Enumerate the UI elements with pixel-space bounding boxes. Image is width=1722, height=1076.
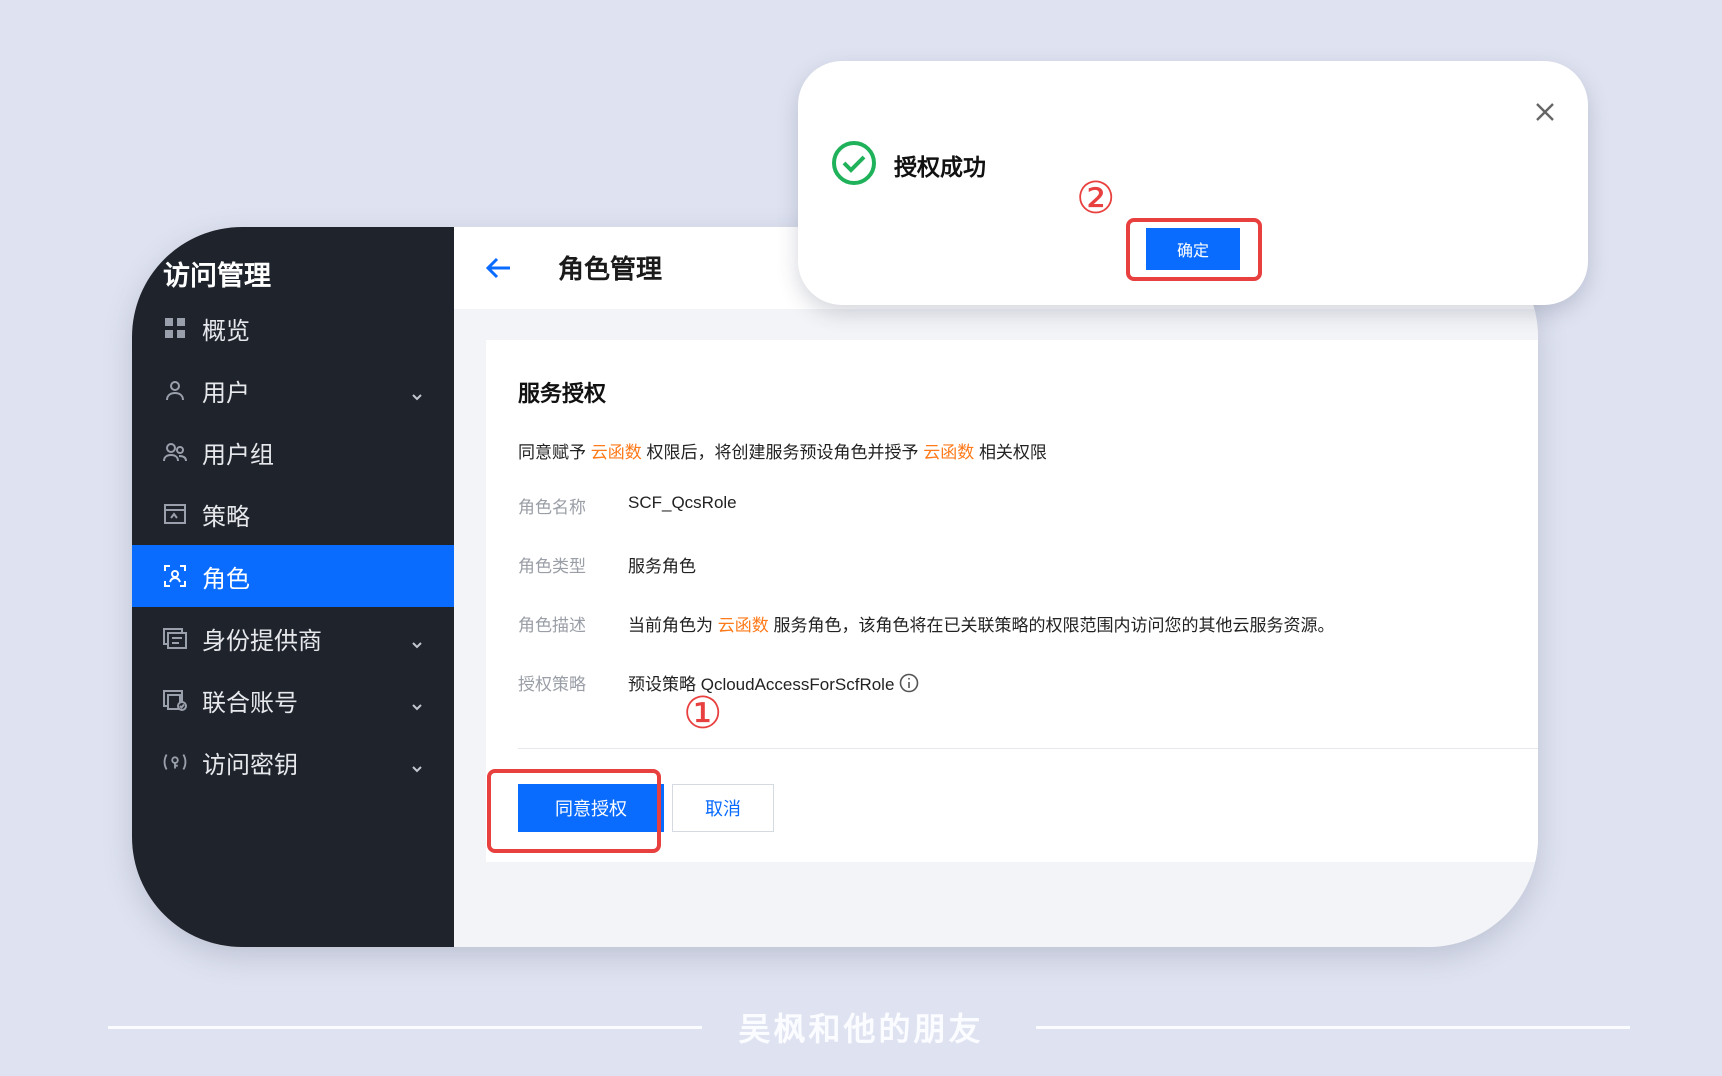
dialog-title: 授权成功: [894, 154, 986, 180]
role-icon: [162, 563, 188, 589]
footer-divider-right: [1036, 1026, 1630, 1029]
access-key-icon: [162, 749, 188, 775]
field-value-text: 当前角色为: [628, 616, 713, 635]
annotation-box-step2: [1126, 218, 1262, 281]
divider: [518, 748, 1538, 749]
field-value-text: 服务角色，该角色将在已关联策略的权限范围内访问您的其他云服务资源。: [773, 616, 1335, 635]
service-name-highlight: 云函数: [590, 443, 642, 462]
field-value: 服务角色: [628, 557, 696, 576]
chevron-down-icon: [410, 693, 424, 711]
field-value: 当前角色为 云函数 服务角色，该角色将在已关联策略的权限范围内访问您的其他云服务…: [628, 611, 1334, 636]
info-icon[interactable]: [899, 673, 919, 698]
field-label: 角色描述: [518, 616, 586, 635]
federated-account-icon: [162, 687, 188, 713]
chevron-down-icon: [410, 755, 424, 773]
policy-icon: [162, 501, 188, 527]
close-icon[interactable]: [1534, 101, 1556, 123]
card-title: 服务授权: [518, 381, 607, 406]
field-label: 授权策略: [518, 675, 586, 694]
chevron-down-icon: [410, 383, 424, 401]
sidebar-item-label: 角色: [202, 565, 250, 593]
field-value: 预设策略 QcloudAccessForScfRole: [628, 670, 919, 698]
service-name-highlight: 云函数: [717, 616, 769, 635]
back-arrow-icon[interactable]: [484, 253, 514, 283]
field-label: 角色名称: [518, 498, 586, 517]
desc-text: 同意赋予: [518, 443, 586, 462]
sidebar-item-label: 用户组: [202, 441, 274, 469]
sidebar-item-label: 联合账号: [202, 689, 298, 717]
authorization-description: 同意赋予 云函数 权限后，将创建服务预设角色并授予 云函数 相关权限: [518, 438, 1047, 463]
sidebar-item-label: 身份提供商: [202, 627, 322, 655]
sidebar-item-label: 策略: [202, 503, 250, 531]
identity-provider-icon: [162, 625, 188, 651]
sidebar-item-identity-providers[interactable]: 身份提供商: [132, 607, 454, 669]
sidebar-item-label: 用户: [202, 379, 250, 407]
grid-icon: [162, 315, 188, 341]
app-window: 访问管理 概览 用户 用户组 策略 角色 身份提供商 联合账号 访问密钥 角色管…: [132, 227, 1538, 947]
field-value-text: 预设策略 QcloudAccessForScfRole: [628, 675, 895, 694]
sidebar-item-label: 概览: [202, 317, 250, 345]
cancel-button[interactable]: 取消: [672, 784, 774, 832]
success-dialog: 授权成功 确定 ②: [798, 61, 1588, 305]
field-value: SCF_QcsRole: [628, 493, 737, 512]
desc-text: 权限后，将创建服务预设角色并授予: [646, 443, 919, 462]
main-content: 角色管理 服务授权 同意赋予 云函数 权限后，将创建服务预设角色并授予 云函数 …: [454, 227, 1538, 947]
user-group-icon: [162, 439, 188, 465]
sidebar-item-access-keys[interactable]: 访问密钥: [132, 731, 454, 793]
sidebar-item-policies[interactable]: 策略: [132, 483, 454, 545]
annotation-box-step1: [487, 769, 661, 853]
sidebar-item-user-groups[interactable]: 用户组: [132, 421, 454, 483]
sidebar-item-label: 访问密钥: [202, 751, 298, 779]
service-name-highlight: 云函数: [923, 443, 975, 462]
service-authorization-card: 服务授权 同意赋予 云函数 权限后，将创建服务预设角色并授予 云函数 相关权限 …: [486, 340, 1538, 862]
annotation-step2: ②: [1076, 173, 1116, 224]
chevron-down-icon: [410, 631, 424, 649]
desc-text: 相关权限: [978, 443, 1047, 462]
sidebar-item-federated-accounts[interactable]: 联合账号: [132, 669, 454, 731]
annotation-step1: ①: [683, 688, 723, 739]
sidebar-item-roles[interactable]: 角色: [132, 545, 454, 607]
sidebar-item-overview[interactable]: 概览: [132, 297, 454, 359]
sidebar: 访问管理 概览 用户 用户组 策略 角色 身份提供商 联合账号 访问密钥: [132, 227, 454, 947]
success-check-icon: [831, 140, 877, 186]
sidebar-title: 访问管理: [163, 261, 271, 291]
page-title: 角色管理: [558, 254, 663, 284]
field-label: 角色类型: [518, 557, 586, 576]
sidebar-item-users[interactable]: 用户: [132, 359, 454, 421]
user-icon: [162, 377, 188, 403]
